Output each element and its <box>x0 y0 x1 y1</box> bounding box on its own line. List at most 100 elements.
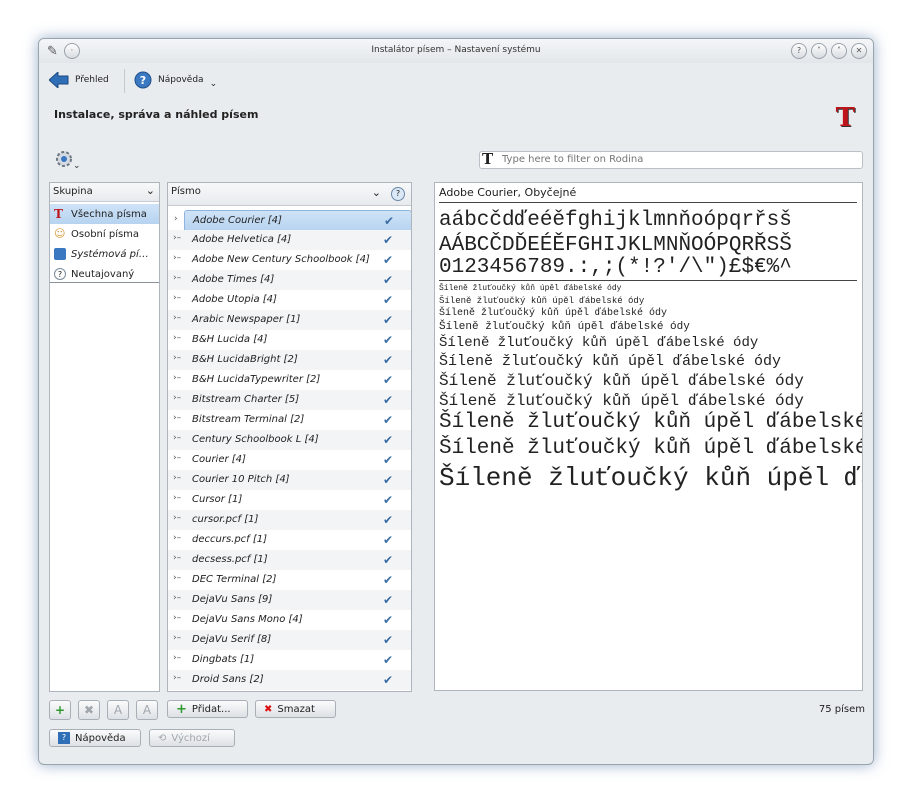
enabled-check-icon[interactable]: ✔ <box>383 613 393 627</box>
enabled-check-icon[interactable]: ✔ <box>383 453 393 467</box>
enabled-check-icon[interactable]: ✔ <box>383 233 393 247</box>
remove-group-button[interactable]: ✖ <box>78 700 100 720</box>
expand-arrow-icon[interactable]: ›– <box>173 473 181 483</box>
expand-arrow-icon[interactable]: ›– <box>173 273 181 283</box>
font-row[interactable]: ›– Adobe New Century Schoolbook [4] ✔ <box>168 250 411 270</box>
font-row[interactable]: ›– B&H LucidaTypewriter [2] ✔ <box>168 370 411 390</box>
font-row[interactable]: ›– DEC Terminal [2] ✔ <box>168 570 411 590</box>
expand-arrow-icon[interactable]: ›– <box>173 393 181 403</box>
font-row[interactable]: ›– Droid Sans [2] ✔ <box>168 670 411 690</box>
enabled-check-icon[interactable]: ✔ <box>383 353 393 367</box>
expand-arrow-icon[interactable]: ›– <box>173 453 181 463</box>
enabled-check-icon[interactable]: ✔ <box>383 653 393 667</box>
expand-arrow-icon[interactable]: ›– <box>173 513 181 523</box>
expand-arrow-icon[interactable]: ›– <box>173 673 181 683</box>
expand-arrow-icon[interactable]: ›– <box>173 633 181 643</box>
group-header[interactable]: Skupina ⌄ <box>50 183 159 202</box>
font-row[interactable]: ›– Bitstream Charter [5] ✔ <box>168 390 411 410</box>
expand-arrow-icon[interactable]: ›– <box>173 553 181 563</box>
minimize-icon[interactable]: ˅ <box>811 43 827 59</box>
enabled-check-icon[interactable]: ✔ <box>383 513 393 527</box>
group-item-system-fonts[interactable]: Systémová pí… <box>50 244 159 264</box>
expand-arrow-icon[interactable]: ›– <box>173 353 181 363</box>
delete-font-button[interactable]: ✖ Smazat <box>255 700 336 718</box>
enabled-check-icon[interactable]: ✔ <box>383 573 393 587</box>
enabled-check-icon[interactable]: ✔ <box>383 433 393 447</box>
add-group-button[interactable]: + <box>49 700 71 720</box>
expand-arrow-icon[interactable]: ›– <box>173 653 181 663</box>
enabled-check-icon[interactable]: ✔ <box>383 673 393 687</box>
font-row[interactable]: ›– DejaVu Serif [8] ✔ <box>168 630 411 650</box>
group-item-all-fonts[interactable]: T Všechna písma <box>50 204 159 224</box>
help-icon[interactable]: ? <box>391 187 405 201</box>
defaults-button[interactable]: ⟲ Výchozí <box>149 729 235 747</box>
font-row[interactable]: ›– cursor.pcf [1] ✔ <box>168 510 411 530</box>
font-row[interactable]: › Adobe Courier [4] ✔ <box>174 210 411 232</box>
font-row[interactable]: ›– deccurs.pcf [1] ✔ <box>168 530 411 550</box>
expand-arrow-icon[interactable]: ›– <box>173 613 181 623</box>
enabled-check-icon[interactable]: ✔ <box>383 313 393 327</box>
expand-arrow-icon[interactable]: ›– <box>173 413 181 423</box>
help-button[interactable]: ? Nápověda <box>49 729 141 747</box>
expand-arrow-icon[interactable]: ›– <box>173 233 181 243</box>
filter-type-icon[interactable]: T <box>482 150 493 168</box>
group-item-unclassified[interactable]: ? Neutajovaný <box>50 264 159 284</box>
font-row[interactable]: ›– Courier 10 Pitch [4] ✔ <box>168 470 411 490</box>
expand-arrow-icon[interactable]: ›– <box>173 573 181 583</box>
help-menu-button[interactable]: ? Nápověda ⌄ <box>134 67 217 93</box>
enabled-check-icon[interactable]: ✔ <box>383 413 393 427</box>
expand-arrow-icon[interactable]: ›– <box>173 433 181 443</box>
font-row[interactable]: ›– Adobe Helvetica [4] ✔ <box>168 230 411 250</box>
enabled-check-icon[interactable]: ✔ <box>383 333 393 347</box>
font-row[interactable]: ›– DejaVu Sans Mono [4] ✔ <box>168 610 411 630</box>
font-row[interactable]: ›– Bitstream Terminal [2] ✔ <box>168 410 411 430</box>
preview-sample-11: Šíleně žluťoučký kůň úpěl ďábelské ódy <box>439 321 690 333</box>
font-row[interactable]: ›– Courier [4] ✔ <box>168 450 411 470</box>
font-row[interactable]: ›– DejaVu Sans [9] ✔ <box>168 590 411 610</box>
enabled-check-icon[interactable]: ✔ <box>383 553 393 567</box>
font-row[interactable]: ›– Adobe Utopia [4] ✔ <box>168 290 411 310</box>
help-icon[interactable]: ? <box>791 43 807 59</box>
font-row[interactable]: ›– Dingbats [1] ✔ <box>168 650 411 670</box>
font-list-header[interactable]: Písmo ⌄ ? <box>168 183 411 206</box>
font-row[interactable]: ›– B&H LucidaBright [2] ✔ <box>168 350 411 370</box>
group-item-personal-fonts[interactable]: ☺ Osobní písma <box>50 224 159 244</box>
close-icon[interactable]: ✕ <box>851 43 867 59</box>
enabled-check-icon[interactable]: ✔ <box>383 293 393 307</box>
enabled-check-icon[interactable]: ✔ <box>383 373 393 387</box>
expand-arrow-icon[interactable]: ›– <box>173 253 181 263</box>
expand-arrow-icon[interactable]: ›– <box>173 593 181 603</box>
font-row[interactable]: ›– B&H Lucida [4] ✔ <box>168 330 411 350</box>
expand-arrow-icon[interactable]: ›– <box>173 373 181 383</box>
settings-gear-button[interactable]: ⌄ <box>54 149 82 171</box>
enabled-check-icon[interactable]: ✔ <box>383 533 393 547</box>
enabled-check-icon[interactable]: ✔ <box>383 273 393 287</box>
expand-arrow-icon[interactable]: ›– <box>173 493 181 503</box>
enabled-check-icon[interactable]: ✔ <box>383 493 393 507</box>
disable-group-button[interactable]: A <box>136 700 158 720</box>
font-row[interactable]: ›– Adobe Times [4] ✔ <box>168 270 411 290</box>
font-row[interactable]: ›– decsess.pcf [1] ✔ <box>168 550 411 570</box>
enabled-check-icon[interactable]: ✔ <box>383 253 393 267</box>
enabled-check-icon[interactable]: ✔ <box>384 214 394 228</box>
font-row[interactable]: ›– Arabic Newspaper [1] ✔ <box>168 310 411 330</box>
font-row-name: Cursor [1] <box>192 494 243 505</box>
enable-group-button[interactable]: A <box>107 700 129 720</box>
enabled-check-icon[interactable]: ✔ <box>383 473 393 487</box>
overview-button[interactable]: Přehled <box>49 67 109 93</box>
enabled-check-icon[interactable]: ✔ <box>383 593 393 607</box>
font-row-name: Adobe Times [4] <box>192 274 275 285</box>
expand-arrow-icon[interactable]: › <box>174 214 178 224</box>
add-font-button[interactable]: + Přidat... <box>167 700 248 718</box>
font-row[interactable]: ›– Century Schoolbook L [4] ✔ <box>168 430 411 450</box>
expand-arrow-icon[interactable]: ›– <box>173 333 181 343</box>
chevron-down-icon[interactable]: ⌄ <box>372 186 381 199</box>
enabled-check-icon[interactable]: ✔ <box>383 393 393 407</box>
maximize-icon[interactable]: ˄ <box>831 43 847 59</box>
enabled-check-icon[interactable]: ✔ <box>383 633 393 647</box>
font-row[interactable]: ›– Cursor [1] ✔ <box>168 490 411 510</box>
expand-arrow-icon[interactable]: ›– <box>173 293 181 303</box>
expand-arrow-icon[interactable]: ›– <box>173 313 181 323</box>
expand-arrow-icon[interactable]: ›– <box>173 533 181 543</box>
filter-input[interactable] <box>502 153 852 166</box>
